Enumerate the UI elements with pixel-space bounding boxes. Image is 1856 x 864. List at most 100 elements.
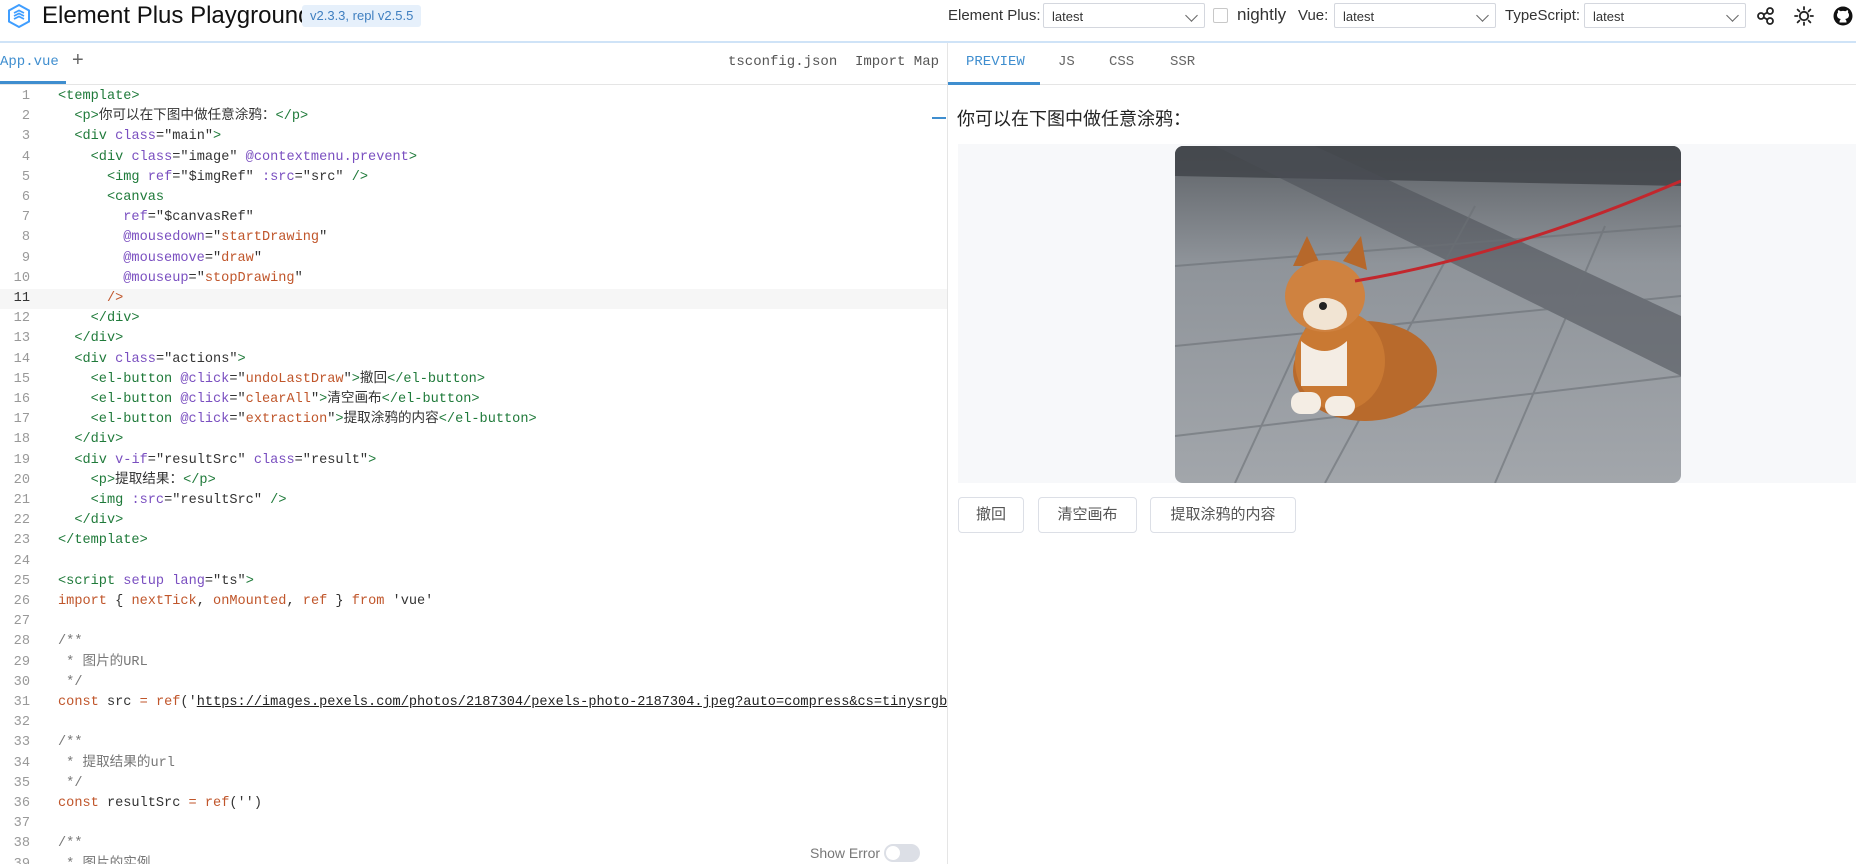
code-text: */ <box>58 673 82 693</box>
undo-button[interactable]: 撤回 <box>958 497 1024 533</box>
code-line[interactable]: 1 <template> <box>0 87 947 107</box>
code-line[interactable]: 34 * 提取结果的url <box>0 754 947 774</box>
code-line[interactable]: 13 </div> <box>0 329 947 349</box>
code-line[interactable]: 30 */ <box>0 673 947 693</box>
code-line[interactable]: 32 <box>0 713 947 733</box>
tab-js[interactable]: JS <box>1058 54 1075 70</box>
code-line[interactable]: 22 </div> <box>0 511 947 531</box>
code-line[interactable]: 19 <div v-if="resultSrc" class="result"> <box>0 451 947 471</box>
code-line[interactable]: 20 <p>提取结果：</p> <box>0 471 947 491</box>
code-line[interactable]: 39 * 图片的实例 <box>0 855 947 864</box>
shiba-dog-photo[interactable] <box>1175 146 1681 483</box>
tab-css[interactable]: CSS <box>1109 54 1134 70</box>
code-token: /> <box>106 291 124 306</box>
code-line[interactable]: 27 <box>0 612 947 632</box>
code-line[interactable]: 24 <box>0 552 947 572</box>
chevron-down-icon <box>1726 9 1739 22</box>
line-number: 36 <box>13 796 30 811</box>
pane-divider[interactable] <box>947 43 948 864</box>
code-line[interactable]: 3 <div class="main"> <box>0 127 947 147</box>
code-token: :src <box>261 169 295 185</box>
code-text: </template> <box>58 531 148 551</box>
code-token: extraction <box>245 412 328 428</box>
preview-tab-indicator <box>948 82 1040 85</box>
code-line[interactable]: 28 /** <box>0 632 947 652</box>
code-editor[interactable]: 1 <template> 2 <p>你可以在下图中做任意涂鸦：</p> 3 <div … <box>0 85 947 864</box>
line-number: 34 <box>13 755 30 771</box>
github-icon[interactable] <box>1832 5 1854 27</box>
code-line[interactable]: 29 * 图片的URL <box>0 653 947 673</box>
vue-version-select[interactable]: latest <box>1334 3 1496 28</box>
code-token: ="image" <box>172 149 246 165</box>
share-icon[interactable] <box>1755 5 1777 27</box>
code-text: * 提取结果的url <box>58 754 175 774</box>
tab-app-vue[interactable]: App.vue <box>0 54 59 70</box>
collapse-editor-handle[interactable] <box>932 117 946 119</box>
code-token: </div> <box>74 513 124 529</box>
code-token: import <box>58 594 107 609</box>
code-text: <div class="main"> <box>58 127 221 147</box>
clear-canvas-button[interactable]: 清空画布 <box>1038 497 1137 533</box>
code-token: @mouseup <box>123 270 189 286</box>
code-line[interactable]: 36 const resultSrc = ref('') <box>0 794 947 814</box>
code-line[interactable]: 5 <img ref="$imgRef" :src="src" /> <box>0 168 947 188</box>
code-token: */ <box>58 775 83 791</box>
sun-icon[interactable] <box>1793 5 1815 27</box>
code-line[interactable]: 8 @mousedown="startDrawing" <box>0 228 947 248</box>
element-plus-label: Element Plus: <box>948 7 1041 24</box>
tab-import-map[interactable]: Import Map <box>855 54 939 70</box>
tab-ssr[interactable]: SSR <box>1170 54 1195 70</box>
code-text: <el-button @click="undoLastDraw">撤回</el-… <box>58 370 485 390</box>
code-line[interactable]: 18 </div> <box>0 430 947 450</box>
code-line[interactable]: 31 const src = ref('https://images.pexels… <box>0 693 947 713</box>
code-line[interactable]: 14 <div class="actions"> <box>0 350 947 370</box>
element-plus-version-select[interactable]: latest <box>1043 3 1205 28</box>
code-line[interactable]: 38 /** <box>0 834 947 854</box>
tab-tsconfig[interactable]: tsconfig.json <box>728 54 837 70</box>
code-line[interactable]: 23 </template> <box>0 531 947 551</box>
code-token: " <box>294 270 303 286</box>
code-line[interactable]: 4 <div class="image" @contextmenu.preven… <box>0 148 947 168</box>
code-line[interactable]: 12 </div> <box>0 309 947 329</box>
code-line[interactable]: 33 /** <box>0 733 947 753</box>
code-line[interactable]: 25 <script setup lang="ts"> <box>0 572 947 592</box>
typescript-version-select[interactable]: latest <box>1584 3 1746 28</box>
tab-preview[interactable]: PREVIEW <box>966 54 1025 70</box>
code-line[interactable]: 15 <el-button @click="undoLastDraw">撤回</… <box>0 370 947 390</box>
code-line[interactable]: 11 /> <box>0 289 947 310</box>
code-line[interactable]: 6 <canvas <box>0 188 947 208</box>
code-text: /> <box>58 289 123 309</box>
code-line[interactable]: 35 */ <box>0 774 947 794</box>
element-plus-logo-icon <box>8 3 30 29</box>
code-line[interactable]: 10 @mouseup="stopDrawing" <box>0 269 947 289</box>
code-token: /> <box>351 169 369 185</box>
code-token: </div> <box>74 432 124 448</box>
code-text: <img :src="resultSrc" /> <box>58 491 287 511</box>
code-line[interactable]: 2 <p>你可以在下图中做任意涂鸦：</p> <box>0 107 947 127</box>
add-file-button[interactable]: + <box>72 49 84 72</box>
show-error-toggle[interactable] <box>884 844 920 862</box>
code-line[interactable]: 37 <box>0 814 947 834</box>
code-text: const src = ref('https://images.pexels.c… <box>58 693 947 713</box>
code-line[interactable]: 17 <el-button @click="extraction">提取涂鸦的内… <box>0 410 947 430</box>
code-token: = <box>139 695 148 710</box>
chevron-down-icon <box>1185 9 1198 22</box>
code-text: * 图片的实例 <box>58 855 150 864</box>
code-line[interactable]: 26 import { nextTick, onMounted, ref } fr… <box>0 592 947 612</box>
code-line[interactable]: 9 @mousemove="draw" <box>0 249 947 269</box>
extract-drawing-button[interactable]: 提取涂鸦的内容 <box>1150 497 1296 533</box>
code-token: > <box>335 412 344 428</box>
code-token: </div> <box>90 311 140 327</box>
preview-paragraph: 你可以在下图中做任意涂鸦： <box>957 109 1191 129</box>
nightly-checkbox[interactable] <box>1213 8 1228 23</box>
code-token: ="main" <box>155 129 214 145</box>
code-line[interactable]: 7 ref="$canvasRef" <box>0 208 947 228</box>
code-line[interactable]: 21 <img :src="resultSrc" /> <box>0 491 947 511</box>
code-line[interactable]: 16 <el-button @click="clearAll">清空画布</el… <box>0 390 947 410</box>
code-token: <div <box>90 149 124 165</box>
line-number: 9 <box>21 250 30 266</box>
